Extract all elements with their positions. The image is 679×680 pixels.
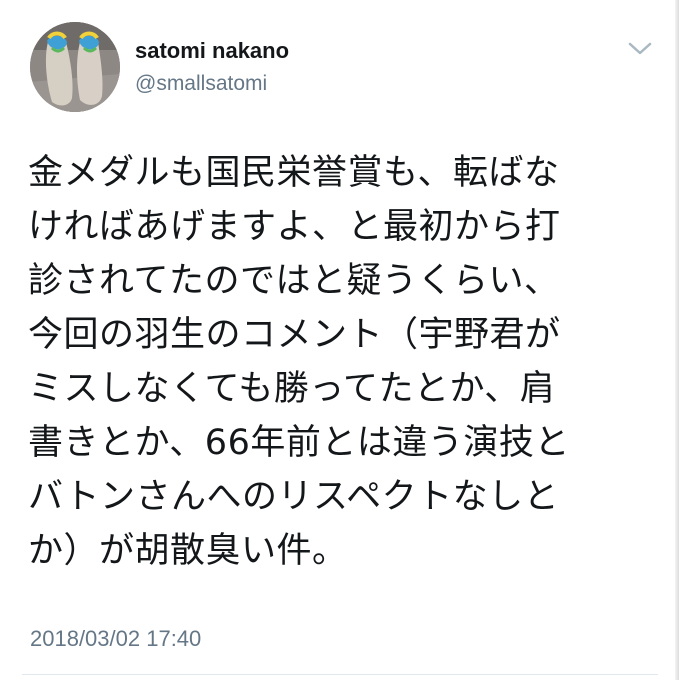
tweet-text: 金メダルも国民栄誉賞も、転ばな ければあげますよ、と最初から打 診されてたのでは… [28,146,648,578]
scrollbar-edge [675,0,679,680]
tweet-text-line: バトンさんへのリスペクトなしと [28,477,560,517]
avatar-image [30,22,120,112]
tweet-text-line: か）が胡散臭い件。 [28,531,348,571]
avatar[interactable] [30,22,120,112]
tweet-text-line: 診されてたのではと疑うくらい、 [28,261,560,301]
tweet-text-line: ミスしなくても勝ってたとか、肩 [28,369,556,409]
tweet-timestamp[interactable]: 2018/03/02 17:40 [30,626,201,652]
tweet-card: satomi nakano @smallsatomi 金メダルも国民栄誉賞も、転… [0,0,679,680]
tweet-text-line: 今回の羽生のコメント（宇野君が [28,315,561,355]
tweet-text-line: ければあげますよ、と最初から打 [28,207,561,247]
user-display-name[interactable]: satomi nakano [135,38,289,64]
chevron-down-icon[interactable] [627,41,653,57]
divider [22,674,658,675]
tweet-text-line: 金メダルも国民栄誉賞も、転ばな [28,153,560,193]
tweet-text-line: 書きとか、66年前とは違う演技と [28,423,570,463]
user-handle[interactable]: @smallsatomi [135,72,267,96]
